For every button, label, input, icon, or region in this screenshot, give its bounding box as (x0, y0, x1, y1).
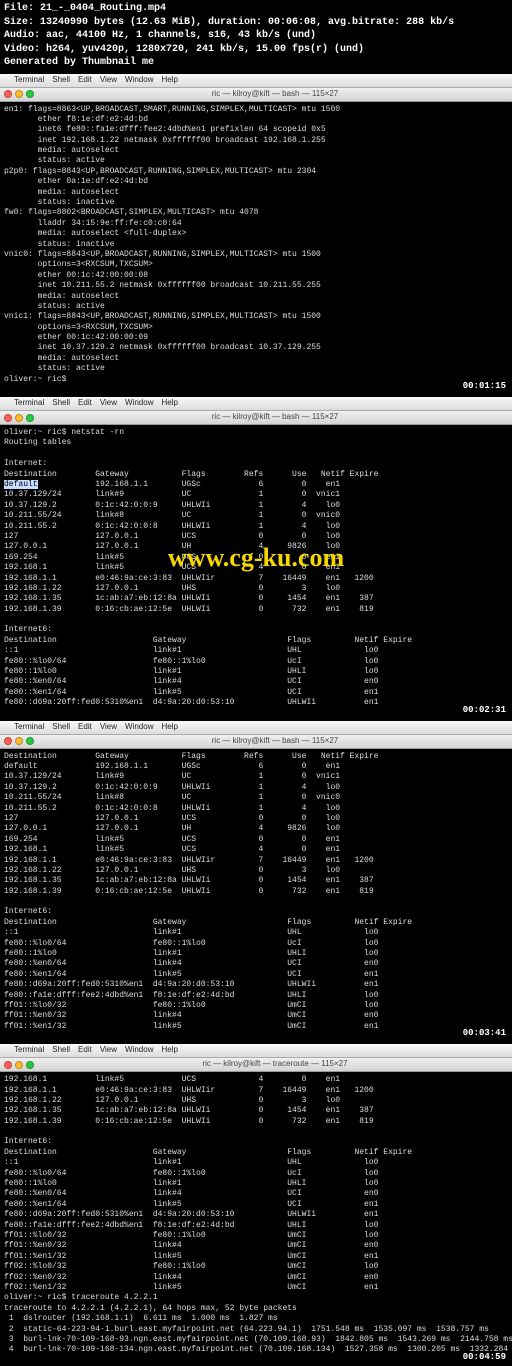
menu-item-edit[interactable]: Edit (78, 75, 92, 85)
terminal-panel-1: Terminal Shell Edit View Window Help ric — kil… (0, 397, 512, 719)
zoom-icon[interactable] (26, 1061, 34, 1069)
menubar[interactable]: Terminal Shell Edit View Window Help (0, 1044, 512, 1058)
window-titlebar[interactable]: ric — kilroy@kift — traceroute — 115×27 (0, 1058, 512, 1072)
traffic-lights (4, 737, 34, 745)
menu-item-view[interactable]: View (100, 722, 117, 732)
menu-item-terminal[interactable]: Terminal (14, 75, 44, 85)
close-icon[interactable] (4, 90, 12, 98)
menu-item-terminal[interactable]: Terminal (14, 1045, 44, 1055)
terminal-panel-0: Terminal Shell Edit View Window Help ric — kil… (0, 74, 512, 396)
meta-size: Size: 13240990 bytes (12.63 MiB), durati… (4, 16, 508, 30)
terminal-output[interactable]: Destination Gateway Flags Refs Use Netif… (0, 749, 512, 1043)
close-icon[interactable] (4, 737, 12, 745)
video-timestamp: 00:04:59 (463, 1352, 506, 1364)
menu-item-help[interactable]: Help (161, 398, 177, 408)
terminal-panel-2: Terminal Shell Edit View Window Help ric — kil… (0, 721, 512, 1043)
menubar[interactable]: Terminal Shell Edit View Window Help (0, 74, 512, 88)
menu-item-terminal[interactable]: Terminal (14, 722, 44, 732)
menu-item-view[interactable]: View (100, 1045, 117, 1055)
video-timestamp: 00:02:31 (463, 705, 506, 717)
minimize-icon[interactable] (15, 90, 23, 98)
terminal-output[interactable]: en1: flags=8863<UP,BROADCAST,SMART,RUNNI… (0, 102, 512, 396)
menu-item-shell[interactable]: Shell (52, 75, 70, 85)
video-metadata: File: 21_-_0404_Routing.mp4 Size: 132409… (0, 0, 512, 72)
terminal-output[interactable]: 192.168.1 link#5 UCS 4 0 en1 192.168.1.1… (0, 1072, 512, 1366)
menu-item-help[interactable]: Help (161, 722, 177, 732)
menu-item-shell[interactable]: Shell (52, 722, 70, 732)
menu-item-view[interactable]: View (100, 398, 117, 408)
terminal-output[interactable]: oliver:~ ric$ netstat -rn Routing tables… (0, 425, 512, 719)
close-icon[interactable] (4, 1061, 12, 1069)
zoom-icon[interactable] (26, 414, 34, 422)
window-title: ric — kilroy@kift — bash — 115×27 (42, 736, 508, 746)
traffic-lights (4, 90, 34, 98)
video-timestamp: 00:03:41 (463, 1028, 506, 1040)
menu-item-shell[interactable]: Shell (52, 1045, 70, 1055)
meta-audio: Audio: aac, 44100 Hz, 1 channels, s16, 4… (4, 29, 508, 43)
traffic-lights (4, 414, 34, 422)
menubar[interactable]: Terminal Shell Edit View Window Help (0, 721, 512, 735)
video-timestamp: 00:01:15 (463, 381, 506, 393)
menu-item-help[interactable]: Help (161, 75, 177, 85)
window-title: ric — kilroy@kift — bash — 115×27 (42, 412, 508, 422)
menu-item-edit[interactable]: Edit (78, 398, 92, 408)
zoom-icon[interactable] (26, 90, 34, 98)
minimize-icon[interactable] (15, 414, 23, 422)
menu-item-window[interactable]: Window (125, 1045, 153, 1055)
menu-item-view[interactable]: View (100, 75, 117, 85)
terminal-panel-3: Terminal Shell Edit View Window Help ric — kil… (0, 1044, 512, 1366)
menu-item-edit[interactable]: Edit (78, 1045, 92, 1055)
minimize-icon[interactable] (15, 737, 23, 745)
close-icon[interactable] (4, 414, 12, 422)
menu-item-window[interactable]: Window (125, 398, 153, 408)
menubar[interactable]: Terminal Shell Edit View Window Help (0, 397, 512, 411)
meta-generator: Generated by Thumbnail me (4, 56, 508, 70)
window-title: ric — kilroy@kift — bash — 115×27 (42, 89, 508, 99)
window-titlebar[interactable]: ric — kilroy@kift — bash — 115×27 (0, 88, 512, 102)
highlighted-text: default (4, 480, 38, 489)
menu-item-window[interactable]: Window (125, 722, 153, 732)
window-title: ric — kilroy@kift — traceroute — 115×27 (42, 1059, 508, 1069)
menu-item-terminal[interactable]: Terminal (14, 398, 44, 408)
window-titlebar[interactable]: ric — kilroy@kift — bash — 115×27 (0, 411, 512, 425)
minimize-icon[interactable] (15, 1061, 23, 1069)
meta-file: File: 21_-_0404_Routing.mp4 (4, 2, 508, 16)
menu-item-window[interactable]: Window (125, 75, 153, 85)
traffic-lights (4, 1061, 34, 1069)
menu-item-edit[interactable]: Edit (78, 722, 92, 732)
menu-item-help[interactable]: Help (161, 1045, 177, 1055)
meta-video: Video: h264, yuv420p, 1280x720, 241 kb/s… (4, 43, 508, 57)
zoom-icon[interactable] (26, 737, 34, 745)
menu-item-shell[interactable]: Shell (52, 398, 70, 408)
window-titlebar[interactable]: ric — kilroy@kift — bash — 115×27 (0, 735, 512, 749)
